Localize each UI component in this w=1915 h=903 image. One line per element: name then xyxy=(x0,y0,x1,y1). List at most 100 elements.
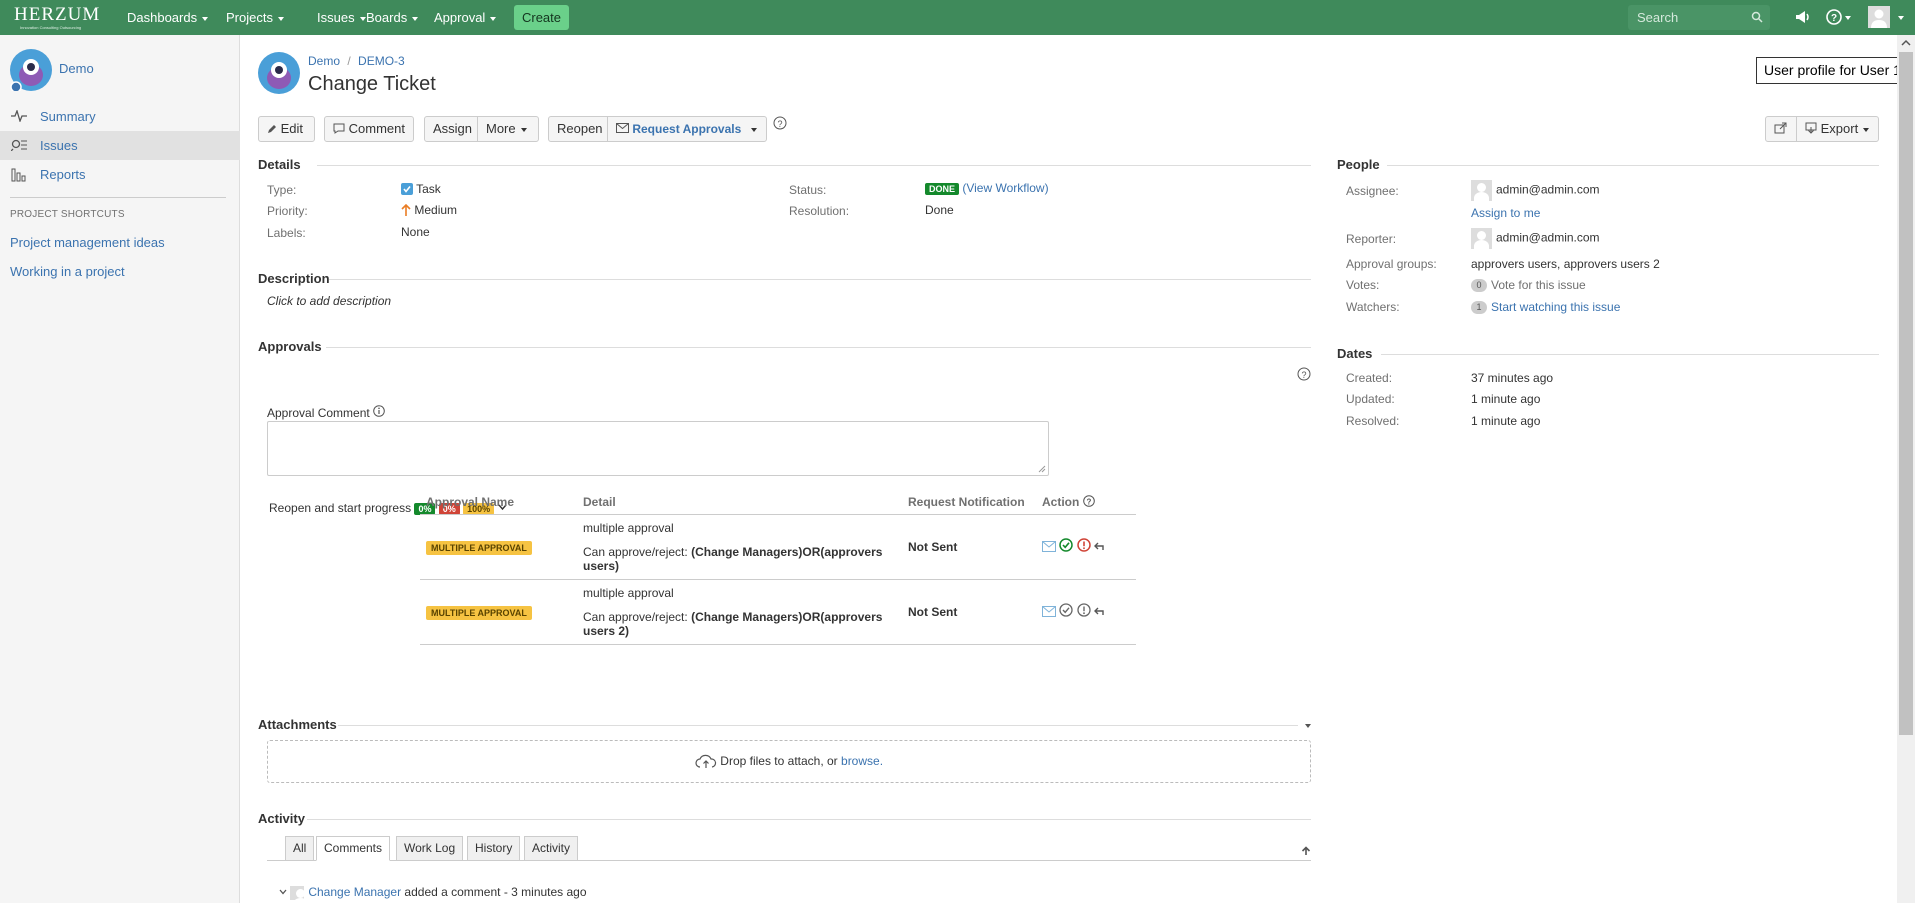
tab-activity[interactable]: Activity xyxy=(524,836,579,861)
comment-author-link[interactable]: Change Manager xyxy=(308,885,401,899)
tab-history[interactable]: History xyxy=(467,836,521,861)
people-divider xyxy=(1387,165,1879,166)
envelope-icon xyxy=(616,123,629,133)
nav-dashboards[interactable]: Dashboards xyxy=(127,0,209,35)
request-approvals-button[interactable]: Request Approvals xyxy=(607,116,767,142)
project-avatar[interactable] xyxy=(10,49,52,91)
browse-link[interactable]: browse. xyxy=(841,754,883,768)
scroll-up-arrow-icon[interactable] xyxy=(1900,38,1912,48)
sidebar-divider xyxy=(10,197,226,198)
reject-icon[interactable] xyxy=(1076,538,1091,552)
approvals-help-icon[interactable]: ? xyxy=(1297,367,1311,381)
details-heading: Details xyxy=(258,157,301,172)
search-input[interactable]: Search xyxy=(1628,5,1770,30)
reopen-button[interactable]: Reopen xyxy=(548,116,608,142)
nav-projects[interactable]: Projects xyxy=(226,0,284,35)
priority-value: Medium xyxy=(401,203,457,217)
sidebar-item-issues[interactable]: Issues xyxy=(0,131,240,160)
reporter-value[interactable]: admin@admin.com xyxy=(1471,228,1600,249)
issue-title[interactable]: Change Ticket xyxy=(308,73,436,96)
labels-value[interactable]: None xyxy=(401,225,430,239)
reject-icon[interactable] xyxy=(1077,603,1091,617)
nav-issues[interactable]: Issues xyxy=(317,0,366,35)
sidebar-item-summary[interactable]: Summary xyxy=(0,102,240,131)
table-row: MULTIPLE APPROVAL multiple approval Can … xyxy=(420,514,1136,580)
notification-status: Not Sent xyxy=(902,514,1036,580)
breadcrumb-project-link[interactable]: Demo xyxy=(308,54,340,68)
undo-icon[interactable] xyxy=(1094,607,1107,617)
detail-title: multiple approval xyxy=(583,585,674,600)
user-avatar[interactable] xyxy=(1868,6,1890,28)
help-icon[interactable]: ? xyxy=(773,116,787,130)
sidebar-item-reports[interactable]: Reports xyxy=(0,160,240,189)
send-notification-icon[interactable] xyxy=(1042,541,1056,552)
create-button[interactable]: Create xyxy=(514,5,569,30)
table-header-row: Approval Name Detail Request Notificatio… xyxy=(420,491,1136,515)
action-help-icon[interactable]: ? xyxy=(1082,495,1095,508)
info-icon xyxy=(373,405,385,417)
help-chevron-down-icon[interactable] xyxy=(1845,16,1851,20)
view-workflow-link[interactable]: (View Workflow) xyxy=(962,181,1048,195)
shortcut-working-in-a-project[interactable]: Working in a project xyxy=(10,264,125,279)
comment-icon xyxy=(333,123,345,134)
nav-boards[interactable]: Boards xyxy=(366,0,419,35)
table-row: MULTIPLE APPROVAL multiple approval Can … xyxy=(420,579,1136,645)
chevron-down-icon xyxy=(1863,127,1870,132)
created-value: 37 minutes ago xyxy=(1471,371,1554,385)
updated-label: Updated: xyxy=(1346,392,1395,406)
user-profile-tooltip: User profile for User 1 xyxy=(1756,57,1913,84)
sort-order-arrow-icon[interactable] xyxy=(1301,846,1311,856)
help-icon[interactable]: ? xyxy=(1825,8,1843,26)
export-button[interactable]: Export xyxy=(1796,116,1879,142)
activity-heading: Activity xyxy=(258,811,305,826)
attachments-options-chevron-down-icon[interactable] xyxy=(1305,724,1311,728)
created-label: Created: xyxy=(1346,371,1393,385)
approval-groups-value: approvers users, approvers users 2 xyxy=(1471,257,1660,271)
resize-handle-icon[interactable] xyxy=(1037,464,1046,473)
collapse-chevron-down-icon[interactable] xyxy=(279,889,287,895)
scrollbar-thumb[interactable] xyxy=(1899,52,1913,735)
reporter-label: Reporter: xyxy=(1346,232,1397,246)
svg-text:?: ? xyxy=(1831,13,1837,24)
dates-divider xyxy=(1381,354,1879,355)
edit-button[interactable]: Edit xyxy=(258,116,315,142)
notifications-icon[interactable] xyxy=(1793,8,1811,26)
assign-to-me-link[interactable]: Assign to me xyxy=(1471,206,1540,220)
assign-button[interactable]: Assign xyxy=(424,116,478,142)
download-icon xyxy=(1805,122,1817,134)
breadcrumb-issue-link[interactable]: DEMO-3 xyxy=(358,54,405,68)
task-icon xyxy=(401,183,413,195)
nav-approval[interactable]: Approval xyxy=(434,0,497,35)
comment-author-avatar xyxy=(290,885,305,900)
project-sidebar: Demo Summary Issues Reports PROJECT SHOR… xyxy=(0,35,240,903)
detail-approvers: Can approve/reject: (Change Managers)OR(… xyxy=(583,544,883,573)
undo-icon[interactable] xyxy=(1094,542,1107,552)
issues-icon xyxy=(11,139,27,151)
tab-comments[interactable]: Comments xyxy=(316,836,391,861)
approve-icon[interactable] xyxy=(1059,603,1073,617)
send-notification-icon[interactable] xyxy=(1042,606,1056,617)
start-watching-link[interactable]: Start watching this issue xyxy=(1491,300,1620,314)
description-placeholder[interactable]: Click to add description xyxy=(267,294,391,308)
pulse-icon xyxy=(11,110,27,122)
updated-value: 1 minute ago xyxy=(1471,392,1541,406)
herzum-logo[interactable]: HERZUM Innovation Consulting Outsourcing xyxy=(14,4,110,31)
tab-work-log[interactable]: Work Log xyxy=(396,836,464,861)
approve-icon[interactable] xyxy=(1059,538,1074,552)
tab-all[interactable]: All xyxy=(285,836,315,861)
attachment-drop-zone[interactable]: Drop files to attach, or browse. xyxy=(267,740,1311,783)
more-button[interactable]: More xyxy=(477,116,539,142)
approval-comment-textarea[interactable] xyxy=(267,421,1049,476)
project-shortcuts-heading: PROJECT SHORTCUTS xyxy=(10,209,125,220)
assignee-value[interactable]: admin@admin.com xyxy=(1471,180,1600,201)
labels-label: Labels: xyxy=(267,226,306,240)
user-chevron-down-icon[interactable] xyxy=(1898,16,1904,20)
assignee-label: Assignee: xyxy=(1346,184,1399,198)
chevron-down-icon xyxy=(520,127,527,132)
project-name-link[interactable]: Demo xyxy=(59,61,94,76)
user-silhouette-icon xyxy=(1871,9,1887,28)
share-button[interactable] xyxy=(1765,116,1797,142)
shortcut-project-management-ideas[interactable]: Project management ideas xyxy=(10,235,165,250)
comment-button[interactable]: Comment xyxy=(324,116,414,142)
description-heading: Description xyxy=(258,271,330,286)
